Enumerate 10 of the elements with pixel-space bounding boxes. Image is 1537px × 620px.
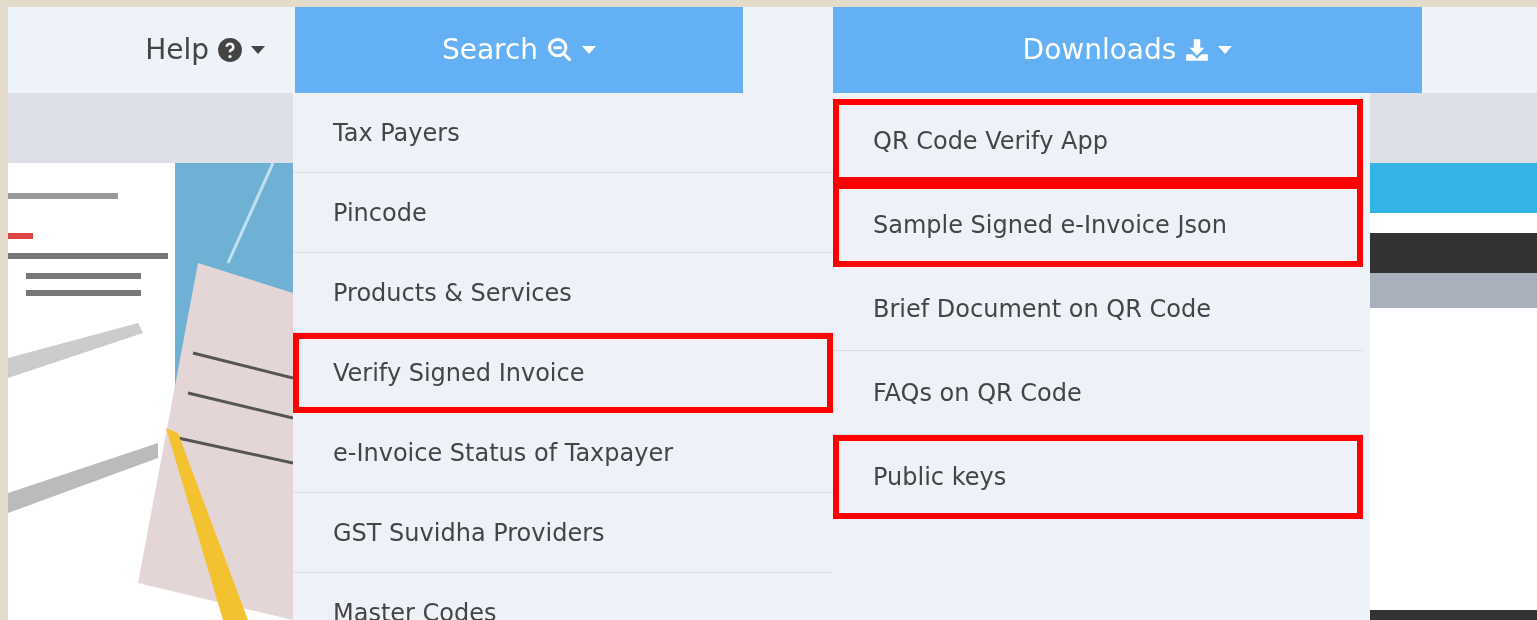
caret-icon	[251, 46, 265, 54]
dropdown-item[interactable]: Sample Signed e-Invoice Json	[833, 183, 1363, 267]
help-icon	[217, 37, 243, 63]
dropdown-item[interactable]: Public keys	[833, 435, 1363, 519]
dropdown-item[interactable]: QR Code Verify App	[833, 99, 1363, 183]
download-icon	[1184, 37, 1211, 63]
dropdown-item[interactable]: Verify Signed Invoice	[293, 333, 833, 413]
caret-icon	[582, 46, 597, 54]
menu-tab[interactable]: Help	[8, 7, 295, 93]
caret-icon	[1218, 46, 1233, 54]
